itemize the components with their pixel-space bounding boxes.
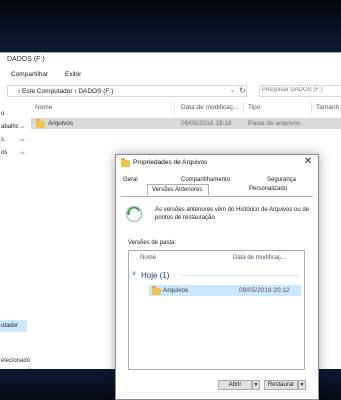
column-header-modified[interactable]: Data de modificaç... bbox=[181, 104, 238, 111]
version-name: Arquivos bbox=[163, 287, 189, 294]
file-name: Arquivos bbox=[48, 120, 74, 127]
close-icon[interactable]: ✕ bbox=[304, 156, 312, 167]
tab-general[interactable]: Geral bbox=[123, 177, 138, 183]
explorer-title: DADOS (F:) bbox=[7, 56, 45, 63]
properties-dialog: Propriedades de Arquivos ✕ Geral Compart… bbox=[115, 154, 319, 400]
refresh-icon[interactable]: ↻ bbox=[239, 86, 246, 95]
open-button-label: Abrir bbox=[228, 382, 242, 388]
search-box[interactable] bbox=[259, 85, 341, 97]
pin-icon[interactable]: ✑ bbox=[20, 124, 25, 131]
previous-versions-panel: As versões anteriores vêm do Histórico d… bbox=[121, 197, 313, 381]
column-divider[interactable] bbox=[311, 102, 312, 114]
address-path[interactable]: › Este Computador › DADOS (F:) bbox=[18, 88, 113, 95]
pin-icon[interactable]: ✑ bbox=[20, 150, 25, 157]
column-header-name[interactable]: Nome bbox=[35, 104, 52, 111]
pin-icon[interactable]: ✑ bbox=[20, 137, 25, 144]
nav-item-1[interactable]: o bbox=[1, 111, 4, 117]
folder-icon bbox=[36, 119, 45, 128]
tab-sharing[interactable]: Compartilhamento bbox=[181, 177, 230, 183]
folder-icon bbox=[121, 158, 130, 167]
restore-dropdown-arrow[interactable]: ▼ bbox=[298, 380, 306, 390]
info-text: As versões anteriores vêm do Histórico d… bbox=[155, 207, 310, 221]
restore-button-label: Restaurar bbox=[267, 382, 295, 388]
file-row[interactable]: Arquivos 09/05/2018 18:16 Pasta de arqui… bbox=[31, 118, 341, 129]
search-input[interactable] bbox=[262, 87, 340, 93]
folder-icon bbox=[152, 286, 161, 295]
version-modified: 09/05/2018 20:12 bbox=[239, 287, 290, 294]
nav-item-4[interactable]: os bbox=[1, 150, 7, 156]
tab-previous-versions-label: Versões Anteriores bbox=[152, 187, 203, 193]
chevron-down-icon[interactable]: ˅ bbox=[132, 271, 136, 278]
ribbon-tab-share[interactable]: Compartilhar bbox=[11, 71, 48, 78]
list-header-name[interactable]: Nome bbox=[140, 255, 156, 261]
ribbon-tab-view[interactable]: Exibir bbox=[65, 71, 81, 78]
nav-item-this-pc-label: utador bbox=[1, 323, 19, 329]
nav-item-3[interactable]: s bbox=[1, 137, 4, 143]
ribbon: Compartilhar Exibir bbox=[0, 67, 341, 84]
file-type: Pasta de arquivos bbox=[248, 120, 301, 127]
column-divider[interactable] bbox=[174, 102, 175, 114]
explorer-title-bar: DADOS (F:) bbox=[0, 53, 341, 67]
address-row: › Este Computador › DADOS (F:) ⌄ ↻ bbox=[0, 83, 341, 99]
restore-history-icon bbox=[125, 205, 143, 223]
nav-item-2[interactable]: abalhc bbox=[1, 124, 19, 130]
group-today[interactable]: Hoje (1) bbox=[141, 271, 169, 280]
versions-label: Versões de pasta: bbox=[128, 240, 177, 246]
status-bar-text: elecionado bbox=[1, 358, 31, 364]
restore-button[interactable]: Restaurar bbox=[264, 380, 298, 390]
chevron-down-icon[interactable]: ⌄ bbox=[230, 87, 235, 94]
address-bar[interactable]: › Este Computador › DADOS (F:) ⌄ ↻ bbox=[7, 85, 247, 97]
list-header-modified[interactable]: Data de modificaç... bbox=[233, 255, 286, 261]
dialog-title: Propriedades de Arquivos bbox=[133, 159, 208, 166]
tab-customize[interactable]: Personalizado bbox=[249, 186, 287, 192]
desktop-background-top bbox=[0, 0, 341, 52]
dialog-title-bar[interactable]: Propriedades de Arquivos ✕ bbox=[116, 155, 318, 171]
column-header-size[interactable]: Tamanh bbox=[316, 104, 339, 111]
group-divider bbox=[181, 275, 299, 276]
versions-list[interactable]: Nome Data de modificaç... ˅ Hoje (1) Arq… bbox=[128, 250, 305, 370]
column-header-type[interactable]: Tipo bbox=[248, 104, 260, 111]
tab-previous-versions[interactable]: Versões Anteriores bbox=[147, 184, 209, 195]
file-modified: 09/05/2018 18:16 bbox=[181, 120, 232, 127]
open-button[interactable]: Abrir bbox=[218, 380, 252, 390]
nav-item-this-pc[interactable]: utador bbox=[0, 320, 27, 332]
navigation-pane: o abalhc ✑ s ✑ os ✑ utador bbox=[0, 100, 30, 370]
version-row[interactable]: Arquivos 09/05/2018 20:12 bbox=[149, 285, 301, 296]
column-divider[interactable] bbox=[243, 102, 244, 114]
tab-security[interactable]: Segurança bbox=[267, 177, 296, 183]
open-dropdown-arrow[interactable]: ▼ bbox=[252, 380, 260, 390]
dialog-tabs: Geral Compartilhamento Segurança Versões… bbox=[121, 174, 313, 196]
